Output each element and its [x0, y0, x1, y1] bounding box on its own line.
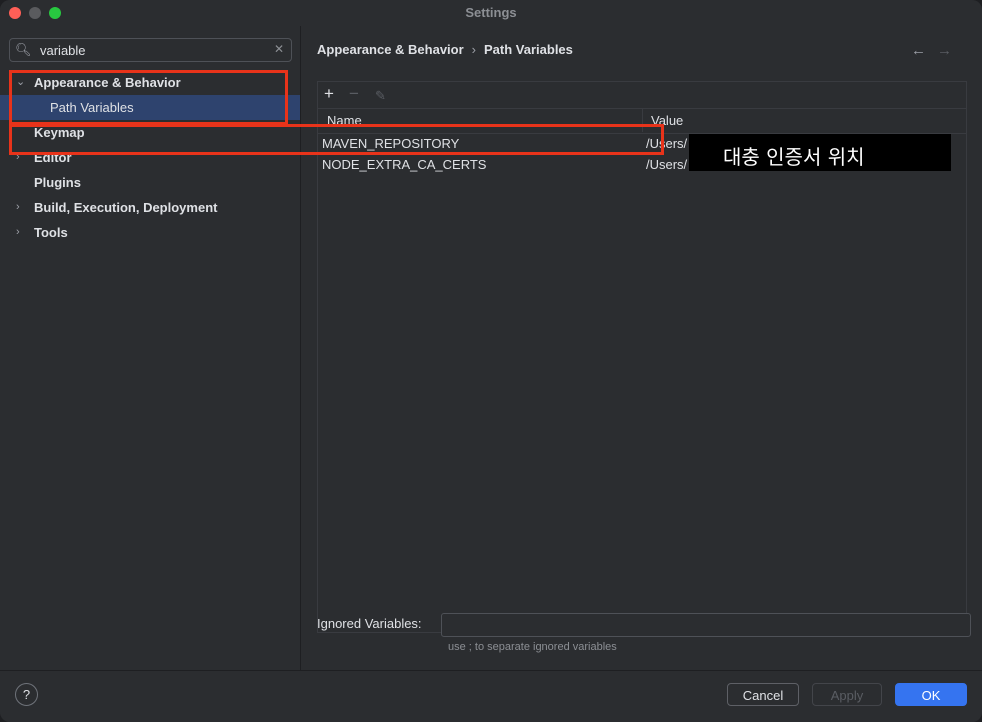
tree-item-label: Build, Execution, Deployment [34, 200, 218, 215]
redaction-overlay: 대충 인증서 위치 [689, 134, 951, 171]
breadcrumb-current: Path Variables [484, 42, 573, 57]
tree-item-build-execution-deployment[interactable]: › Build, Execution, Deployment [0, 195, 300, 220]
edit-pencil-icon[interactable]: ✎ [375, 86, 386, 106]
settings-window: Settings 🔍︎ ✕ ⌄ Appearance & Behavior Pa… [0, 0, 982, 722]
breadcrumb: Appearance & Behavior › Path Variables [317, 42, 573, 57]
add-icon[interactable]: + [324, 84, 334, 104]
breadcrumb-separator-icon: › [471, 42, 477, 57]
settings-search-box[interactable]: 🔍︎ ✕ [9, 38, 292, 62]
ignored-variables-hint: use ; to separate ignored variables [448, 641, 617, 653]
tree-item-label: Tools [34, 225, 68, 240]
search-input[interactable] [38, 41, 272, 60]
clear-search-icon[interactable]: ✕ [274, 42, 284, 56]
title-bar: Settings [0, 0, 982, 26]
chevron-right-icon[interactable]: › [16, 220, 20, 245]
ok-button[interactable]: OK [895, 683, 967, 706]
dialog-footer: ? Cancel Apply OK [0, 670, 982, 722]
window-title: Settings [465, 5, 517, 20]
tree-item-plugins[interactable]: Plugins [0, 170, 300, 195]
redaction-overlay-text: 대충 인증서 위치 [723, 145, 865, 169]
tree-item-tools[interactable]: › Tools [0, 220, 300, 245]
cell-name: NODE_EXTRA_CA_CERTS [322, 157, 487, 172]
ignored-variables-input[interactable] [441, 613, 971, 637]
table-toolbar: + − ✎ [318, 82, 966, 108]
breadcrumb-parent[interactable]: Appearance & Behavior [317, 42, 464, 57]
help-button[interactable]: ? [15, 683, 38, 706]
forward-arrow-icon[interactable]: → [937, 42, 952, 59]
ignored-variables-label: Ignored Variables: [317, 616, 422, 631]
chevron-right-icon[interactable]: › [16, 195, 20, 220]
cancel-button[interactable]: Cancel [727, 683, 799, 706]
settings-main-panel: Appearance & Behavior › Path Variables ← →… [301, 26, 982, 670]
search-icon: 🔍︎ [15, 42, 32, 57]
annotation-highlight-tree [9, 70, 288, 125]
remove-icon[interactable]: − [349, 84, 359, 104]
apply-button[interactable]: Apply [812, 683, 882, 706]
back-arrow-icon[interactable]: ← [911, 42, 926, 59]
annotation-highlight-row [9, 124, 664, 155]
tree-item-label: Plugins [34, 175, 81, 190]
cell-value: /Users/ [646, 157, 688, 172]
